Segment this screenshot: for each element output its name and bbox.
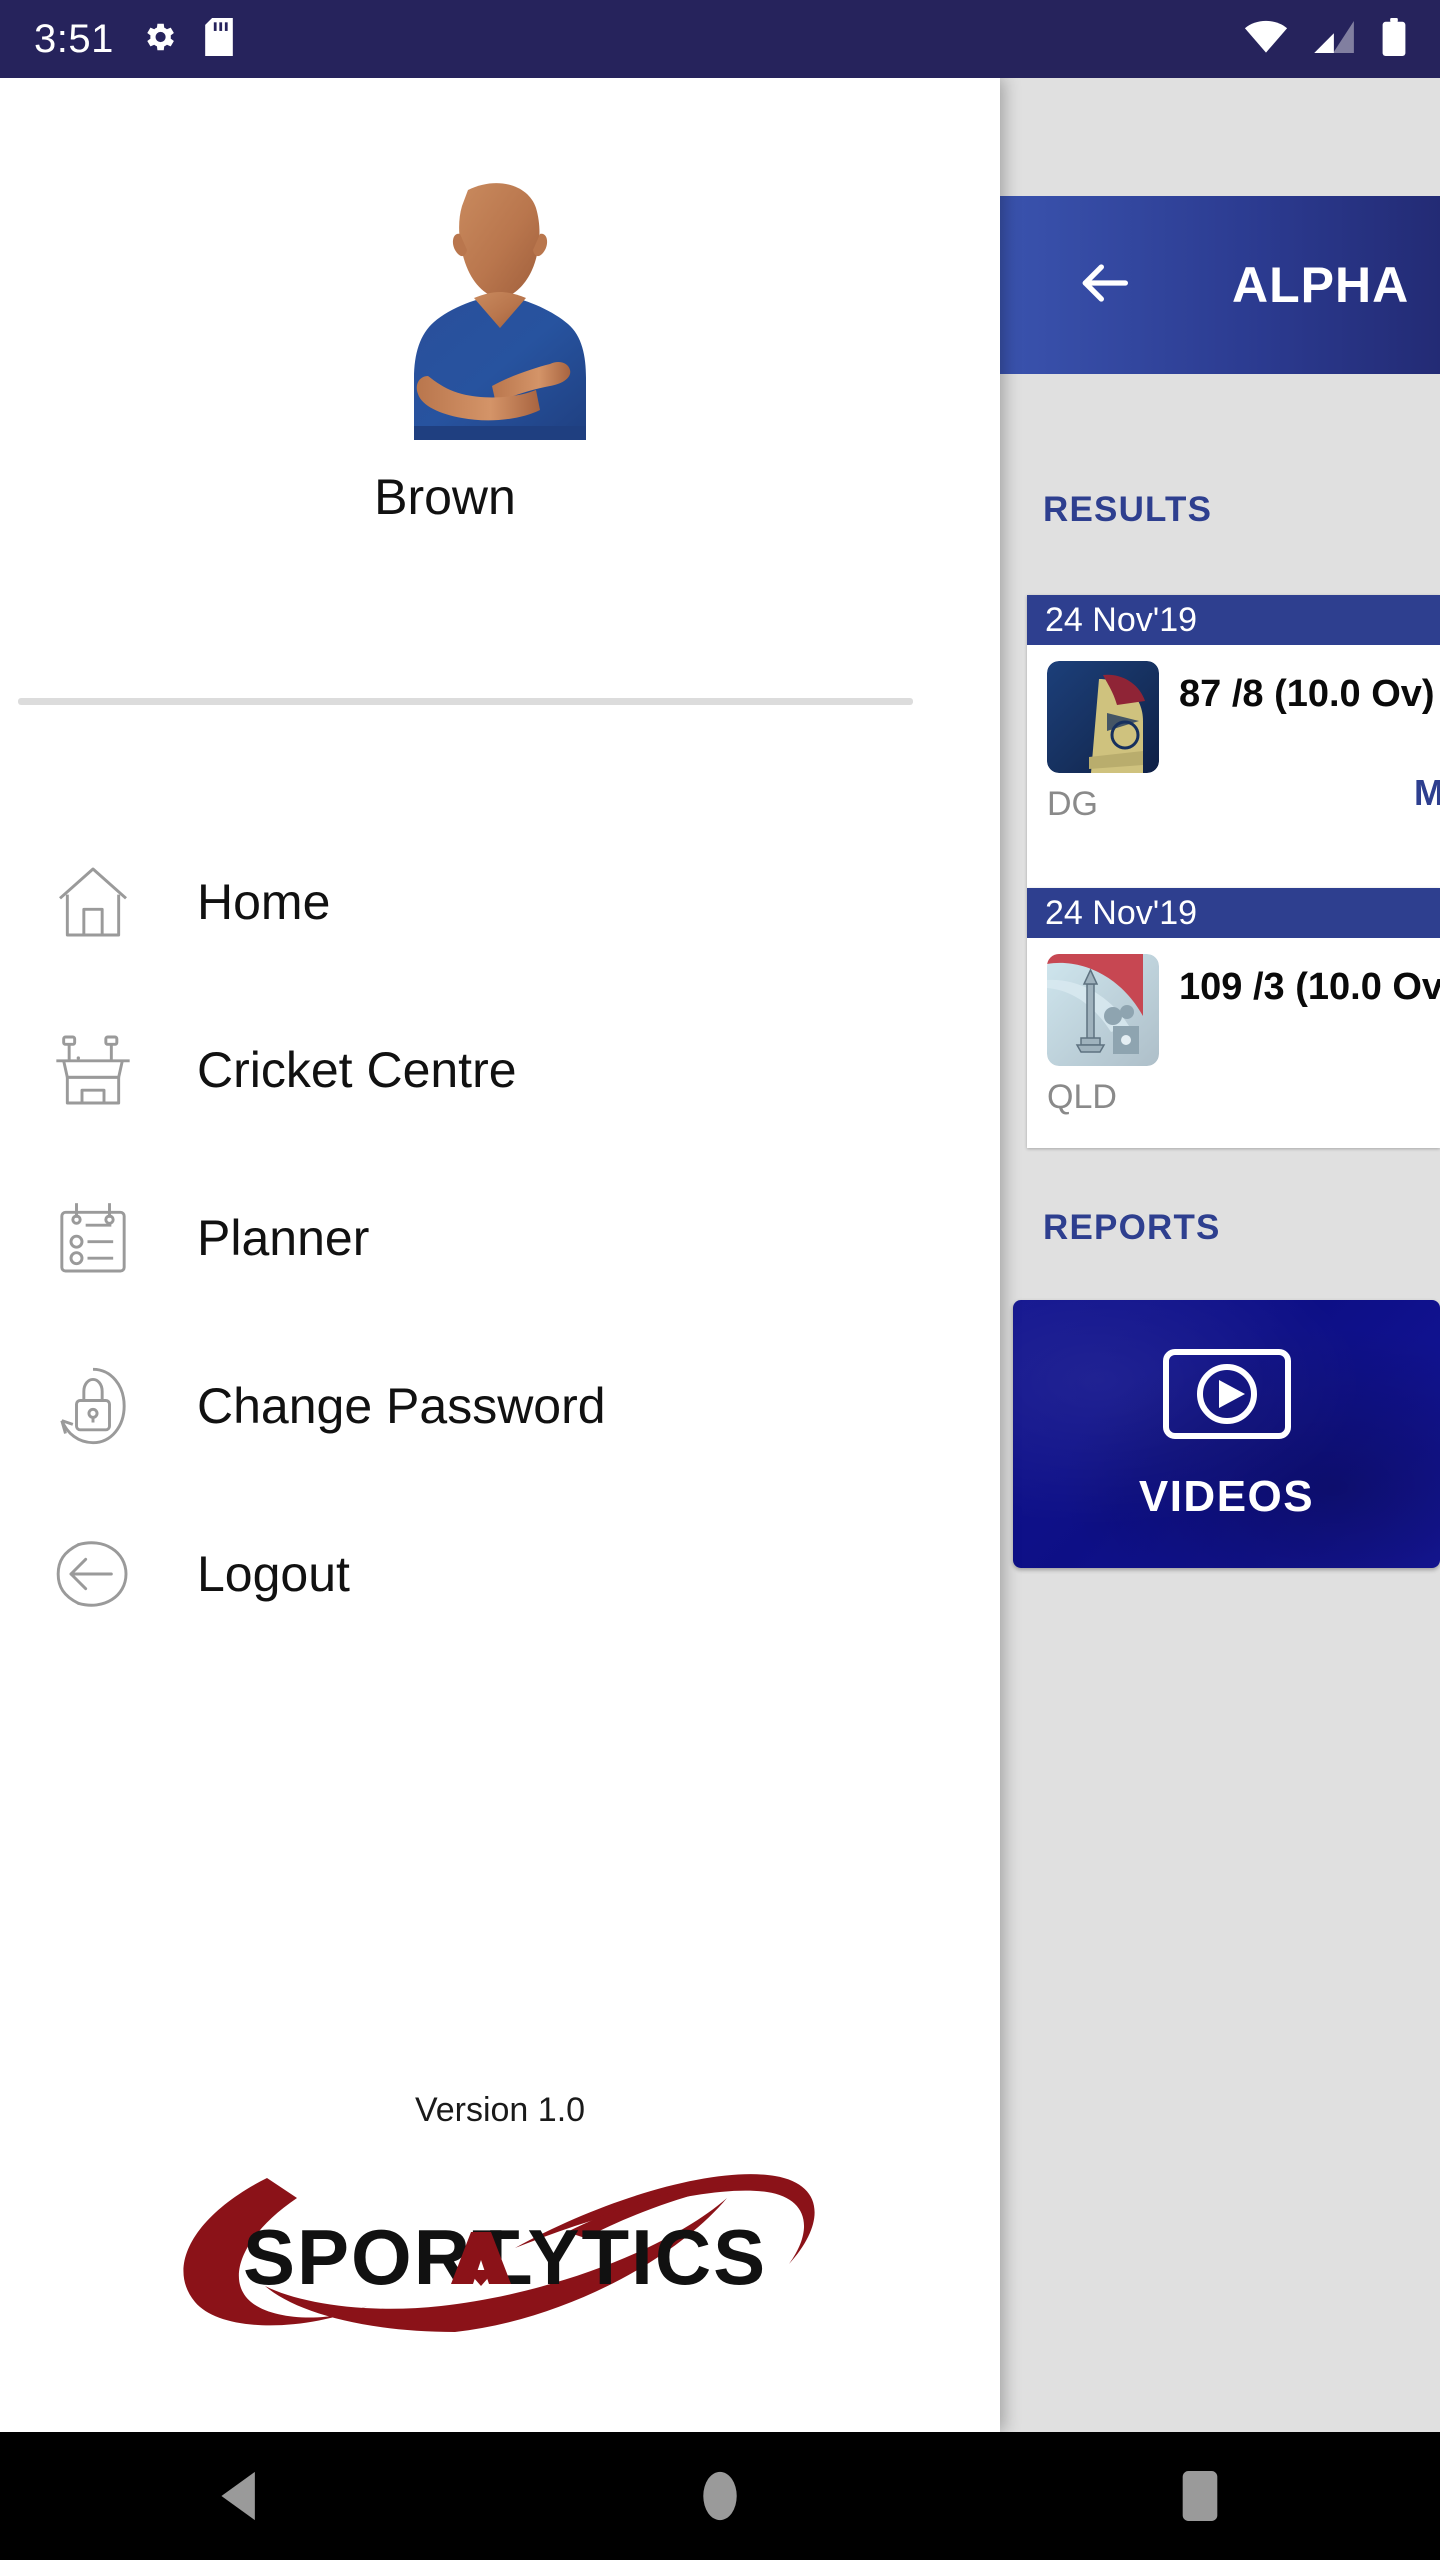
gear-icon xyxy=(140,18,178,61)
section-header-reports: REPORTS xyxy=(1043,1208,1221,1247)
page-title: ALPHA xyxy=(1232,257,1410,313)
profile-name: Brown xyxy=(374,469,516,525)
result-date: 24 Nov'19 xyxy=(1027,888,1440,938)
result-card-body: 87 /8 (10.0 Ov) DG M xyxy=(1027,645,1440,824)
result-card[interactable]: 24 Nov'19 xyxy=(1027,595,1440,888)
cricket-scoreboard-icon xyxy=(45,1022,141,1118)
video-player-icon xyxy=(1161,1347,1293,1446)
sidebar-item-label: Planner xyxy=(197,1210,370,1266)
svg-text:LYTICS: LYTICS xyxy=(485,2213,767,2301)
result-card-body: 109 /3 (10.0 Ov QLD xyxy=(1027,938,1440,1117)
status-bar-right xyxy=(1244,17,1406,61)
status-time: 3:51 xyxy=(34,16,114,61)
avatar xyxy=(400,178,600,458)
videos-tile[interactable]: VIDEOS xyxy=(1013,1300,1440,1568)
result-date: 24 Nov'19 xyxy=(1027,595,1440,645)
sidebar-item-label: Logout xyxy=(197,1546,350,1602)
profile-header: Brown xyxy=(0,178,1000,526)
cellular-signal-icon xyxy=(1314,20,1356,59)
sidebar-item-change-password[interactable]: Change Password xyxy=(0,1322,1000,1490)
home-icon xyxy=(45,854,141,950)
drawer-menu: Home Cricket Centre Planner Change Passw… xyxy=(0,818,1000,1658)
recents-square-icon[interactable] xyxy=(1140,2432,1260,2560)
result-score: 109 /3 (10.0 Ov xyxy=(1179,966,1440,1008)
result-card[interactable]: 24 Nov'19 xyxy=(1027,888,1440,1148)
team-code: DG xyxy=(1047,785,1098,823)
sidebar-item-logout[interactable]: Logout xyxy=(0,1490,1000,1658)
logout-arrow-icon xyxy=(45,1526,141,1622)
status-bar: 3:51 xyxy=(0,0,1440,78)
app-bar: ALPHA xyxy=(1000,196,1440,374)
sidebar-item-home[interactable]: Home xyxy=(0,818,1000,986)
calendar-planner-icon xyxy=(45,1190,141,1286)
result-more-link[interactable]: M xyxy=(1414,772,1440,814)
lock-refresh-icon xyxy=(45,1358,141,1454)
result-score: 87 /8 (10.0 Ov) xyxy=(1179,673,1435,715)
battery-icon xyxy=(1382,17,1406,61)
back-arrow-icon[interactable] xyxy=(1072,251,1136,320)
status-bar-left: 3:51 xyxy=(34,17,234,62)
team-code: QLD xyxy=(1047,1078,1117,1116)
section-header-results: RESULTS xyxy=(1043,490,1213,529)
sidebar-item-label: Home xyxy=(197,874,331,930)
divider xyxy=(18,698,913,705)
drawer-footer: Version 1.0 SPORT LYTICS xyxy=(0,2091,1000,2336)
navigation-drawer: Brown Home Cricket Centre Planner Change… xyxy=(0,78,1000,2432)
version-label: Version 1.0 xyxy=(414,2091,586,2129)
android-nav-bar xyxy=(0,2432,1440,2560)
team-logo-dg xyxy=(1047,661,1159,773)
sd-card-icon xyxy=(204,17,234,61)
videos-label: VIDEOS xyxy=(1138,1471,1315,1521)
wifi-icon xyxy=(1244,20,1288,59)
sidebar-item-label: Cricket Centre xyxy=(197,1042,517,1098)
back-triangle-icon[interactable] xyxy=(180,2432,300,2560)
home-circle-icon[interactable] xyxy=(660,2432,780,2560)
sidebar-item-planner[interactable]: Planner xyxy=(0,1154,1000,1322)
sidebar-item-cricket-centre[interactable]: Cricket Centre xyxy=(0,986,1000,1154)
sidebar-item-label: Change Password xyxy=(197,1378,606,1434)
sportalytics-logo: SPORT LYTICS xyxy=(155,2136,845,2336)
team-logo-qld xyxy=(1047,954,1159,1066)
